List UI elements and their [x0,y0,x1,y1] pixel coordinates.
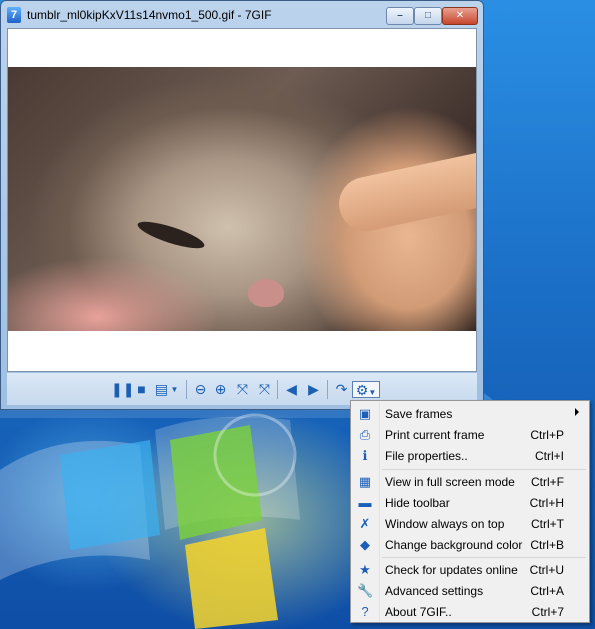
toolbar-separator [186,380,187,399]
wrench-icon: 🔧 [357,583,374,598]
menu-item-shortcut: Ctrl+7 [531,605,564,619]
info-icon: ℹ [362,448,368,463]
fullscreen-icon: ▦ [358,474,372,489]
settings-gear-icon: ⚙ [355,382,369,398]
menu-item-label: Window always on top [385,517,505,531]
menu-item-shortcut: Ctrl+T [531,517,564,531]
frames-icon[interactable]: ▤ [153,381,170,398]
app-window: 7 tumblr_ml0kipKxV11s14nvmo1_500.gif - 7… [0,0,484,410]
pin-icon: ✗ [359,516,371,531]
toolbar-separator [327,380,328,399]
menu-item-always-on-top[interactable]: ✗ Window always on top Ctrl+T [352,513,588,534]
menu-item-shortcut: Ctrl+B [530,538,564,552]
maximize-button[interactable]: □ [414,7,442,25]
menu-item-print-current-frame[interactable]: ⎙ Print current frame Ctrl+P [352,424,588,445]
settings-menu-button[interactable]: ⚙▼ [352,381,380,398]
menu-item-shortcut: Ctrl+F [531,475,564,489]
menu-item-about[interactable]: ? About 7GIF.. Ctrl+7 [352,601,588,622]
menu-item-label: About 7GIF.. [385,605,452,619]
menu-item-background-color[interactable]: ◆ Change background color Ctrl+B [352,534,588,555]
previous-frame-icon[interactable]: ◀ [283,381,300,398]
menu-separator [382,557,586,558]
toolbar-icon: ▬ [358,495,372,510]
open-icon[interactable]: ↷ [333,381,350,398]
menu-item-shortcut: Ctrl+H [529,496,564,510]
pause-icon[interactable]: ❚❚ [111,381,134,398]
menu-item-check-updates[interactable]: ★ Check for updates online Ctrl+U [352,559,588,580]
menu-item-label: File properties.. [385,449,468,463]
window-title: tumblr_ml0kipKxV11s14nvmo1_500.gif - 7GI… [27,8,272,22]
zoom-out-icon[interactable]: ⊖ [192,381,209,398]
paint-icon: ◆ [360,537,370,552]
menu-item-label: Print current frame [385,428,485,442]
menu-item-hide-toolbar[interactable]: ▬ Hide toolbar Ctrl+H [352,492,588,513]
title-bar[interactable]: 7 tumblr_ml0kipKxV11s14nvmo1_500.gif - 7… [1,1,483,29]
help-icon: ? [361,604,369,619]
stop-icon[interactable]: ■ [133,381,150,398]
menu-item-file-properties[interactable]: ℹ File properties.. Ctrl+I [352,445,588,466]
menu-item-label: Change background color [385,538,523,552]
menu-item-shortcut: Ctrl+A [530,584,564,598]
menu-item-shortcut: Ctrl+I [534,449,564,463]
save-icon: ▣ [358,406,372,421]
gif-image [8,67,476,331]
minimize-button[interactable]: – [386,7,414,25]
menu-item-advanced-settings[interactable]: 🔧 Advanced settings Ctrl+A [352,580,588,601]
menu-item-label: View in full screen mode [385,475,515,489]
toolbar-separator [277,380,278,399]
star-icon: ★ [359,562,371,577]
actual-size-icon[interactable]: ⤧ [256,381,273,398]
frames-dropdown-arrow-icon[interactable]: ▼ [170,381,179,398]
image-viewer-area [7,28,477,372]
cat-nose [248,279,284,307]
menu-item-save-frames[interactable]: ▣ Save frames [352,403,588,424]
next-frame-icon[interactable]: ▶ [305,381,322,398]
menu-item-shortcut: Ctrl+U [529,563,564,577]
menu-item-label: Check for updates online [385,563,518,577]
menu-item-full-screen[interactable]: ▦ View in full screen mode Ctrl+F [352,471,588,492]
cat-eye [135,216,207,254]
menu-separator [382,469,586,470]
human-finger [334,151,476,237]
print-icon: ⎙ [359,427,371,442]
settings-context-menu: ▣ Save frames ⎙ Print current frame Ctrl… [350,400,590,623]
fit-window-icon[interactable]: ⤧ [234,381,251,398]
menu-item-shortcut: Ctrl+P [530,428,564,442]
app-icon: 7 [7,7,21,23]
zoom-in-icon[interactable]: ⊕ [212,381,229,398]
submenu-arrow-icon [575,408,579,416]
menu-item-label: Save frames [385,407,453,421]
dropdown-arrow-icon: ▼ [368,388,377,397]
menu-item-label: Hide toolbar [385,496,450,510]
menu-item-label: Advanced settings [385,584,484,598]
close-button[interactable]: ✕ [442,7,478,25]
